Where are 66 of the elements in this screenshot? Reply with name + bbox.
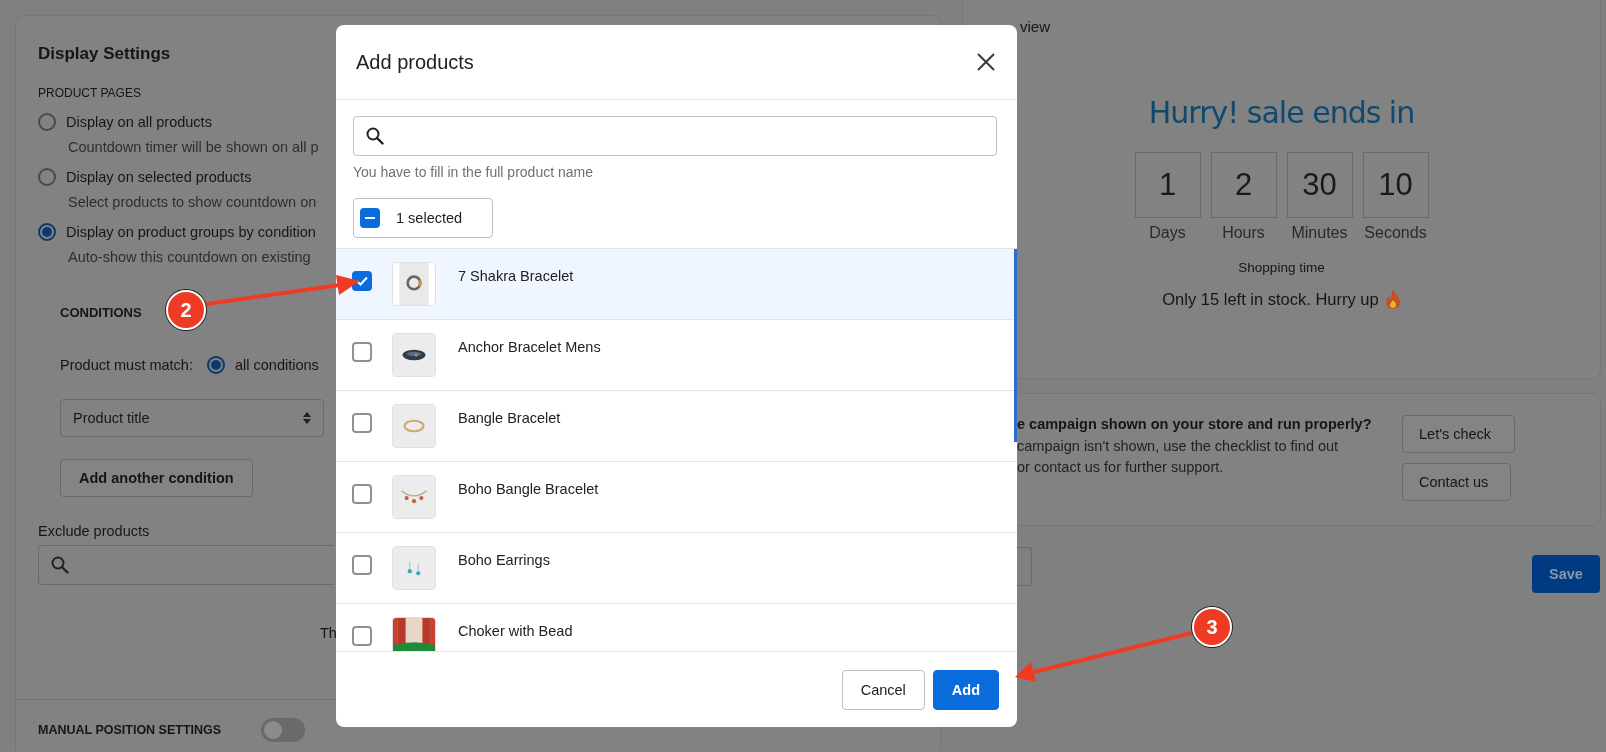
radio-button[interactable]	[38, 113, 56, 131]
radio-button[interactable]	[206, 356, 225, 374]
help-text: campaign isn't shown, use the checklist to find out or contact us for further support.	[1017, 437, 1340, 477]
countdown-value: 10	[1362, 152, 1429, 218]
countdown-unit: Minutes	[1291, 224, 1348, 242]
checkbox[interactable]	[352, 342, 372, 362]
product-name[interactable]: 7 Shakra Bracelet	[458, 268, 574, 284]
dialog-title: Add products	[356, 50, 474, 74]
radio-label[interactable]: Display on all products	[66, 114, 212, 130]
checkbox[interactable]	[352, 484, 372, 504]
contact-button[interactable]: Contact us	[1402, 463, 1511, 501]
checkbox[interactable]	[352, 271, 372, 291]
conditions-heading: CONDITIONS	[60, 305, 142, 320]
section-label: PRODUCT PAGES	[38, 86, 141, 100]
field-label: Exclude products	[38, 523, 150, 539]
setting-label: MANUAL POSITION SETTINGS	[38, 723, 222, 737]
close-button[interactable]	[975, 51, 997, 73]
option-description: Auto-show this countdown on existing	[68, 249, 311, 265]
toggle-switch[interactable]	[261, 718, 306, 742]
close-icon	[977, 53, 995, 71]
product-name[interactable]: Bangle Bracelet	[458, 410, 561, 426]
condition-dropdown[interactable]: Product title	[60, 399, 324, 437]
step-badge: 3	[1192, 607, 1232, 647]
countdown-heading: Hurry! sale ends in	[1148, 95, 1415, 130]
radio-label[interactable]: Display on product groups by condition	[66, 224, 316, 240]
option-description: Select products to show countdown on	[68, 194, 317, 210]
product-search-field[interactable]	[353, 116, 997, 156]
select-all-button[interactable]: 1 selected	[353, 198, 494, 238]
add-button[interactable]: Add	[932, 669, 999, 710]
countdown-value: 30	[1286, 152, 1353, 218]
radio-button[interactable]	[38, 223, 56, 241]
add-condition-button[interactable]: Add another condition	[60, 459, 253, 497]
cancel-button[interactable]: Cancel	[841, 669, 925, 710]
minus-icon	[365, 217, 375, 219]
search-icon	[366, 127, 384, 145]
search-icon	[51, 556, 69, 574]
section-title: Display Settings	[38, 44, 171, 64]
countdown-unit: Seconds	[1364, 224, 1427, 242]
radio-button[interactable]	[38, 168, 56, 186]
radio-label[interactable]: all conditions	[234, 357, 319, 373]
match-label: Product must match:	[60, 357, 193, 373]
product-name[interactable]: Boho Bangle Bracelet	[458, 481, 599, 497]
checkbox[interactable]	[360, 208, 380, 228]
panel-title: view	[1020, 18, 1050, 35]
product-name[interactable]: Boho Earrings	[458, 552, 550, 568]
countdown-caption: Shopping time	[1238, 260, 1325, 275]
countdown-unit: Days	[1149, 224, 1186, 242]
search-hint: You have to fill in the full product name	[353, 164, 594, 180]
flame-icon	[1384, 289, 1401, 309]
help-question: e campaign shown on your store and run properly?	[1017, 416, 1373, 432]
product-name[interactable]: Choker with Bead	[458, 623, 573, 639]
save-button[interactable]: Save	[1532, 555, 1600, 593]
countdown-value: 1	[1134, 152, 1201, 218]
exclude-search-field[interactable]	[38, 545, 334, 585]
checkbox[interactable]	[352, 555, 372, 575]
checkbox[interactable]	[352, 626, 372, 646]
radio-label[interactable]: Display on selected products	[66, 169, 252, 185]
countdown-unit: Hours	[1222, 224, 1265, 242]
note-text: Th	[320, 625, 337, 641]
checkbox[interactable]	[352, 413, 372, 433]
countdown-value: 2	[1210, 152, 1277, 218]
product-name[interactable]: Anchor Bracelet Mens	[458, 339, 601, 355]
sort-caret-icon	[303, 412, 311, 424]
stock-message: Only 15 left in stock. Hurry up	[1162, 289, 1379, 309]
option-description: Countdown timer will be shown on all p	[68, 139, 319, 155]
check-button[interactable]: Let's check	[1402, 415, 1515, 453]
